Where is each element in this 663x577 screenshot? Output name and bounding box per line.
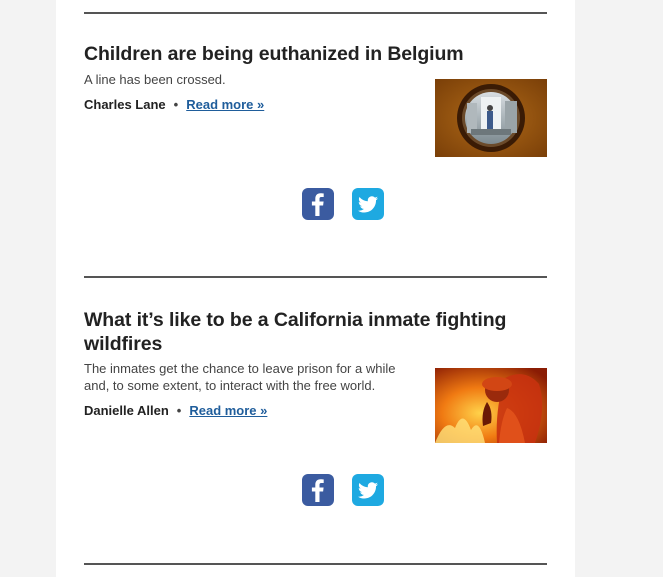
twitter-share-button[interactable] bbox=[352, 188, 384, 220]
article-card: Children are being euthanized in Belgium… bbox=[84, 42, 547, 222]
divider bbox=[84, 276, 547, 278]
divider bbox=[84, 12, 547, 14]
share-buttons bbox=[274, 188, 384, 222]
hospital-porthole-photo-icon bbox=[435, 79, 547, 157]
article-byline: Danielle Allen • Read more » bbox=[84, 403, 267, 418]
read-more-link[interactable]: Read more » bbox=[186, 97, 264, 112]
article-byline: Charles Lane • Read more » bbox=[84, 97, 264, 112]
twitter-icon bbox=[358, 482, 378, 499]
read-more-link[interactable]: Read more » bbox=[189, 403, 267, 418]
separator-dot: • bbox=[173, 97, 179, 112]
twitter-icon bbox=[358, 196, 378, 213]
facebook-share-button[interactable] bbox=[302, 474, 334, 506]
author-name: Charles Lane bbox=[84, 97, 166, 112]
facebook-icon bbox=[311, 193, 324, 216]
article-headline[interactable]: Children are being euthanized in Belgium bbox=[84, 42, 547, 66]
firefighter-flames-photo-icon bbox=[435, 368, 547, 443]
article-card: What it’s like to be a California inmate… bbox=[84, 308, 547, 508]
twitter-share-button[interactable] bbox=[352, 474, 384, 506]
article-dek: A line has been crossed. bbox=[84, 72, 226, 87]
article-thumbnail[interactable] bbox=[435, 368, 547, 443]
facebook-share-button[interactable] bbox=[302, 188, 334, 220]
divider bbox=[84, 563, 547, 565]
author-name: Danielle Allen bbox=[84, 403, 169, 418]
newsletter-body: Children are being euthanized in Belgium… bbox=[56, 0, 575, 577]
article-dek: The inmates get the chance to leave pris… bbox=[84, 361, 396, 393]
facebook-icon bbox=[311, 479, 324, 502]
separator-dot: • bbox=[176, 403, 182, 418]
share-buttons bbox=[274, 474, 384, 508]
article-headline[interactable]: What it’s like to be a California inmate… bbox=[84, 308, 524, 356]
article-thumbnail[interactable] bbox=[435, 79, 547, 157]
